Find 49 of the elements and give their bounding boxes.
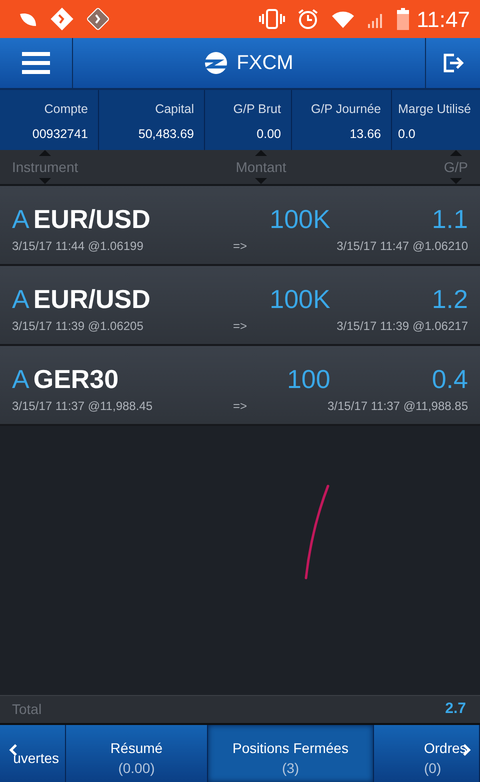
logout-icon — [442, 52, 464, 74]
position-row[interactable]: A EUR/USD 100K 1.1 3/15/17 11:44 @1.06199 => 3/15/17 11:47 @1.06210 — [0, 186, 480, 266]
position-row[interactable]: A EUR/USD 100K 1.2 3/15/17 11:39 @1.06205 => 3/15/17 11:39 @1.06217 — [0, 266, 480, 346]
total-value: 2.7 — [445, 699, 466, 720]
instrument-name: EUR/USD — [33, 203, 152, 236]
instrument-name: EUR/USD — [33, 283, 152, 316]
summary-value: 00932741 — [31, 126, 88, 143]
open-info: 3/15/17 11:37 @11,988.45 — [12, 398, 154, 415]
clock-time: 11:47 — [416, 6, 470, 34]
tab[interactable]: Ordres (0) — [374, 725, 480, 782]
amount-value: 100 — [286, 363, 330, 396]
side-label: A — [12, 363, 30, 396]
summary-value: 0.00 — [256, 126, 281, 143]
amount-value: 100K — [268, 283, 330, 316]
close-info: 3/15/17 11:39 @1.06217 — [336, 318, 468, 335]
profit-value: 1.1 — [430, 203, 468, 236]
total-label: Total — [12, 700, 42, 719]
wifi-icon — [330, 10, 355, 28]
side-label: A — [12, 283, 30, 316]
tab[interactable]: Positions Fermées (3) — [208, 725, 374, 782]
summary-value: 50,483.69 — [137, 126, 194, 143]
app-title: FXCM — [236, 51, 294, 76]
arrow-text: => — [233, 318, 248, 335]
summary-label: Marge Utilisé — [398, 101, 470, 118]
summary-value: 0.0 — [398, 126, 416, 143]
close-info: 3/15/17 11:47 @1.06210 — [336, 238, 468, 255]
summary-label: Compte — [43, 101, 88, 118]
tab[interactable]: Résumé (0.00) — [66, 725, 208, 782]
summary-label: Capital — [154, 101, 194, 118]
tab[interactable]: uvertes — [0, 725, 66, 782]
arrow-text: => — [233, 398, 248, 415]
close-info: 3/15/17 11:37 @11,988.85 — [326, 398, 468, 415]
battery-icon — [396, 8, 409, 30]
menu-icon — [22, 52, 50, 74]
logo-icon — [204, 52, 227, 74]
open-info: 3/15/17 11:39 @1.06205 — [12, 318, 144, 335]
summary-label: G/P Journée — [310, 101, 381, 118]
arrow-text: => — [233, 238, 248, 255]
profit-value: 1.2 — [430, 283, 468, 316]
side-label: A — [12, 203, 30, 236]
alarm-icon — [296, 8, 319, 30]
summary-value: 13.66 — [348, 126, 381, 143]
summary-label: G/P Brut — [232, 101, 281, 118]
amount-value: 100K — [268, 203, 330, 236]
instrument-name: GER30 — [33, 363, 120, 396]
profit-value: 0.4 — [430, 363, 468, 396]
vibrate-icon — [258, 8, 285, 30]
position-row[interactable]: AGER30 100 0.4 3/15/17 11:37 @11,988.45 => 3/15/17 11:37 @11,988.85 — [0, 346, 480, 426]
open-info: 3/15/17 11:44 @1.06199 — [12, 238, 144, 255]
